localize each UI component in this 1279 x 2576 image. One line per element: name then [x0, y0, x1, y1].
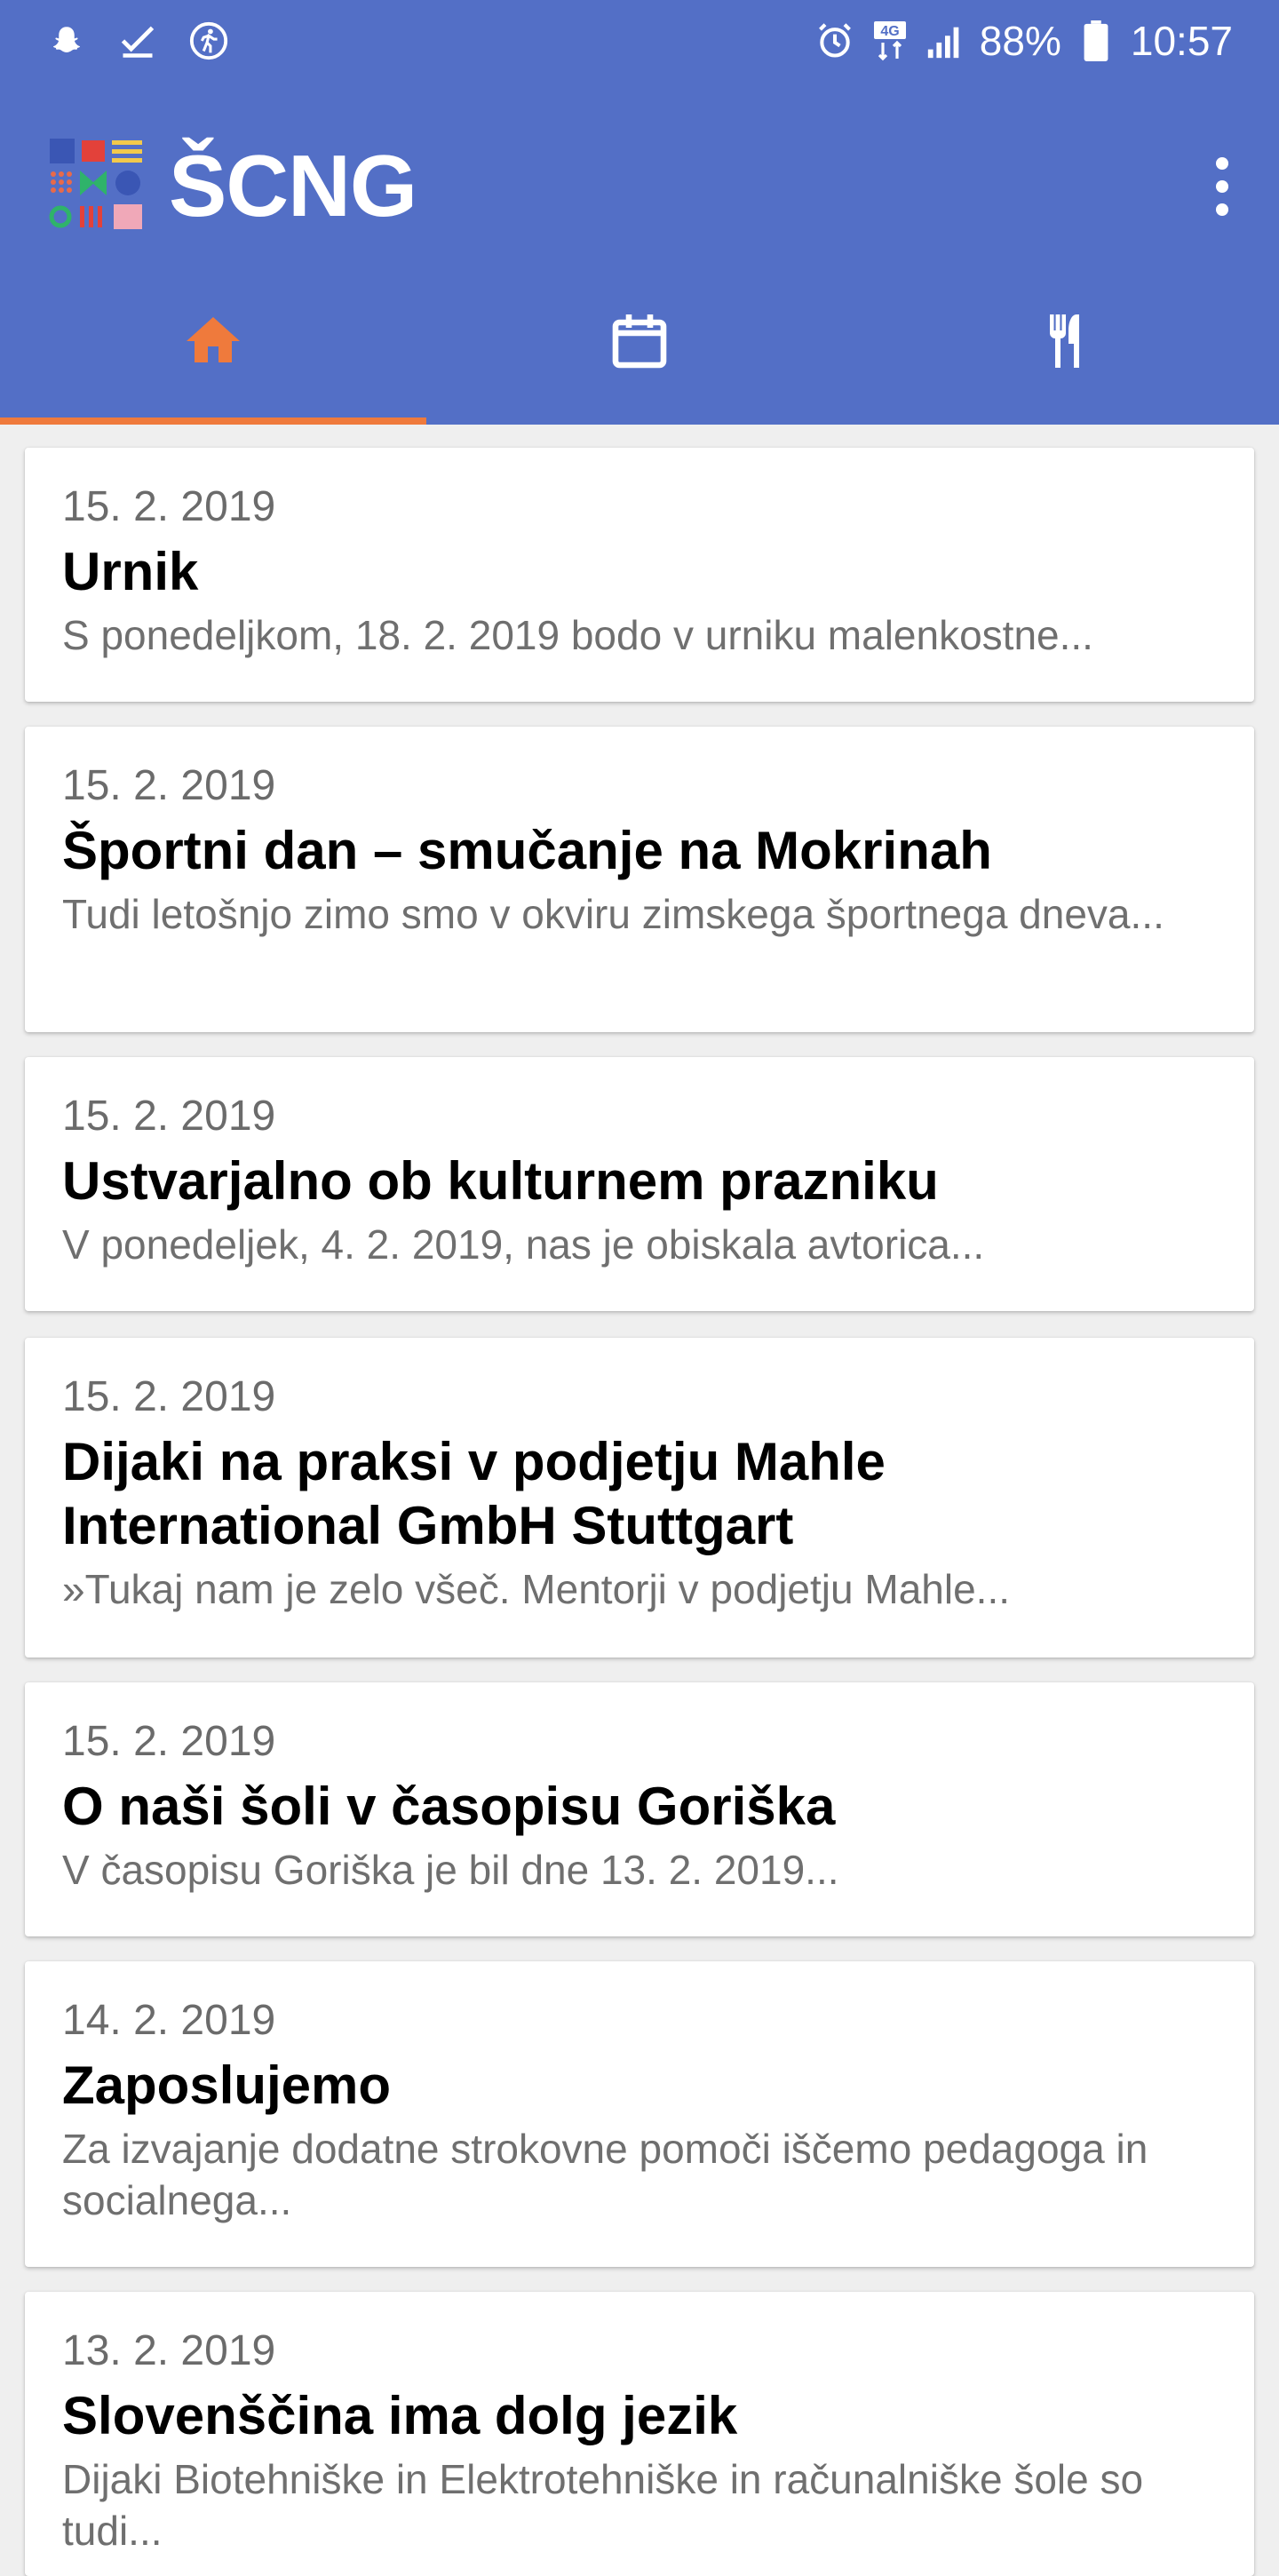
tab-menu[interactable] [853, 293, 1279, 425]
news-excerpt: V ponedeljek, 4. 2. 2019, nas je obiskal… [62, 1221, 985, 1268]
news-title: Slovenščina ima dolg jezik [62, 2386, 738, 2445]
selected-tab-indicator [0, 417, 426, 425]
news-card[interactable]: 14. 2. 2019 Zaposlujemo Za izvajanje dod… [25, 1961, 1254, 2267]
news-excerpt: V časopisu Goriška je bil dne 13. 2. 201… [62, 1847, 839, 1893]
battery-icon [1076, 20, 1116, 61]
news-title: Ustvarjalno ob kulturnem prazniku [62, 1151, 939, 1211]
checkmark-icon [117, 20, 158, 61]
news-date: 15. 2. 2019 [62, 762, 276, 809]
school-logo [48, 135, 146, 233]
news-card[interactable]: 13. 2. 2019 Slovenščina ima dolg jezik D… [25, 2292, 1254, 2576]
news-date: 15. 2. 2019 [62, 1093, 276, 1140]
status-left-icons [46, 16, 229, 66]
news-date: 13. 2. 2019 [62, 2327, 276, 2374]
snapchat-icon [46, 20, 87, 61]
news-card[interactable]: 15. 2. 2019 Ustvarjalno ob kulturnem pra… [25, 1057, 1254, 1311]
news-card[interactable]: 15. 2. 2019 Športni dan – smučanje na Mo… [25, 727, 1254, 1032]
news-title: Zaposlujemo [62, 2055, 392, 2115]
signal-icon [925, 20, 965, 61]
toolbar: ŠCNG [0, 115, 1279, 266]
news-title: Urnik [62, 542, 199, 601]
app-bar: 4G 88% 10:57 ŠCNG [0, 0, 1279, 425]
news-date: 15. 2. 2019 [62, 1718, 276, 1765]
news-title: Športni dan – smučanje na Mokrinah [62, 821, 992, 880]
news-excerpt: Za izvajanje dodatne strokovne pomoči iš… [62, 2126, 1148, 2223]
news-excerpt: »Tukaj nam je zelo všeč. Mentorji v podj… [62, 1566, 1011, 1612]
battery-percent: 88% [979, 18, 1061, 64]
calendar-icon [608, 309, 671, 378]
news-excerpt: S ponedeljkom, 18. 2. 2019 bodo v urniku… [62, 612, 1093, 658]
news-date: 14. 2. 2019 [62, 1997, 276, 2044]
tab-calendar[interactable] [426, 293, 853, 425]
news-card[interactable]: 15. 2. 2019 Urnik S ponedeljkom, 18. 2. … [25, 448, 1254, 702]
news-excerpt: Tudi letošnjo zimo smo v okviru zimskega… [62, 891, 1164, 937]
news-excerpt: Dijaki Biotehniške in Elektrotehniške in… [62, 2456, 1144, 2554]
status-bar: 4G 88% 10:57 [0, 0, 1279, 80]
home-icon [181, 309, 245, 378]
news-title: Dijaki na praksi v podjetju Mahle Intern… [62, 1432, 886, 1555]
news-title: O naši šoli v časopisu Goriška [62, 1777, 836, 1836]
activity-icon [188, 20, 229, 61]
network-4g-icon: 4G [870, 20, 910, 61]
alarm-icon [814, 20, 855, 61]
status-right: 4G 88% 10:57 [814, 16, 1233, 66]
app-title: ŠCNG [169, 137, 417, 235]
tab-bar [0, 293, 1279, 425]
cutlery-icon [1034, 309, 1098, 378]
clock: 10:57 [1130, 18, 1233, 64]
news-card[interactable]: 15. 2. 2019 O naši šoli v časopisu Goriš… [25, 1682, 1254, 1936]
svg-text:4G: 4G [880, 24, 899, 39]
tab-home[interactable] [0, 293, 426, 425]
news-date: 15. 2. 2019 [62, 483, 276, 530]
overflow-menu-icon[interactable] [1204, 151, 1240, 222]
news-date: 15. 2. 2019 [62, 1373, 276, 1420]
news-card[interactable]: 15. 2. 2019 Dijaki na praksi v podjetju … [25, 1338, 1254, 1658]
